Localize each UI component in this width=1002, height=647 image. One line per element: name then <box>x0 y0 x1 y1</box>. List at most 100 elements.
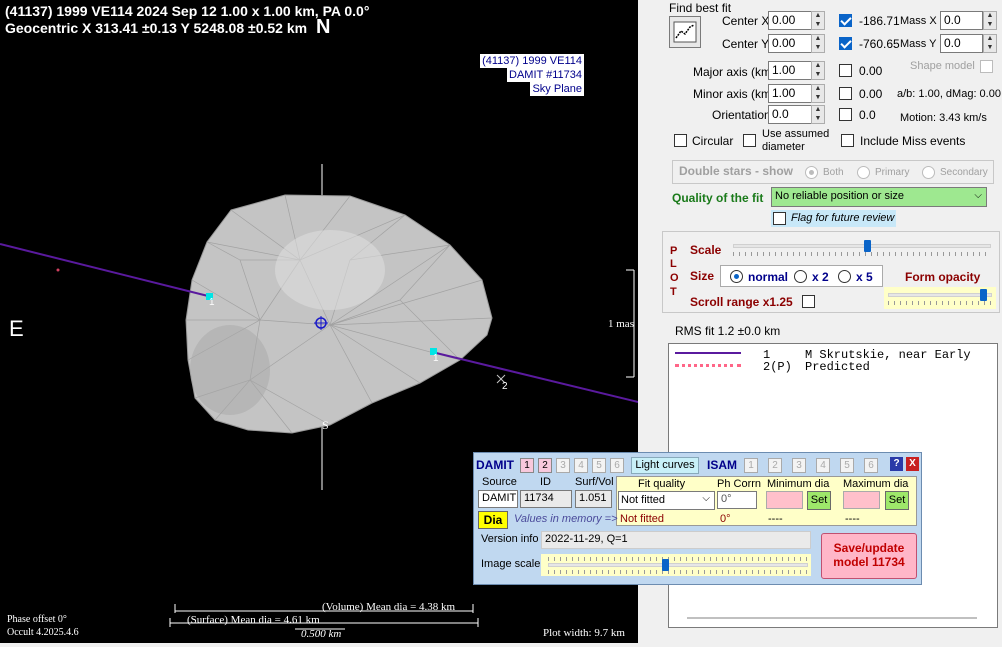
plot-header-coords: Geocentric X 313.41 ±0.13 Y 5248.08 ±0.5… <box>5 20 308 36</box>
version-info-label: Version info <box>481 533 539 545</box>
major-axis-checkbox[interactable] <box>839 64 852 77</box>
center-y-input[interactable]: 0.00 <box>768 34 812 53</box>
legend-asteroid: (41137) 1999 VE114 <box>480 54 584 68</box>
phcorr-memory: 0° <box>720 513 731 525</box>
image-scale-label: Image scale <box>481 558 541 570</box>
damit-model-4-button[interactable]: 4 <box>574 458 588 473</box>
orientation-checkbox[interactable] <box>839 108 852 121</box>
circular-label: Circular <box>692 134 734 148</box>
version-info-value: 2022-11-29, Q=1 <box>541 531 811 549</box>
damit-model-2-button[interactable]: 2 <box>538 458 552 473</box>
min-dia-label: Minimum dia <box>767 478 830 490</box>
image-scale-slider-thumb[interactable] <box>661 559 669 571</box>
phcorr-input[interactable]: 0° <box>717 491 757 509</box>
size-normal-radio[interactable] <box>730 270 743 283</box>
isam-6-button[interactable]: 6 <box>864 458 878 473</box>
mass-y-input[interactable]: 0.0 <box>940 34 983 53</box>
chord-line-1a <box>0 243 213 298</box>
help-button[interactable]: ? <box>890 457 903 471</box>
minor-axis-label: Minor axis (km) <box>693 87 776 101</box>
center-y-checkbox[interactable] <box>839 37 852 50</box>
source-value: DAMIT <box>478 490 518 508</box>
close-button[interactable]: X <box>906 457 919 471</box>
plot-width-label: Plot width: 9.7 km <box>543 627 625 639</box>
quality-dropdown[interactable]: No reliable position or size ⌵ <box>771 187 987 207</box>
south-label: S <box>322 418 329 432</box>
max-dia-set-button[interactable]: Set <box>885 491 909 510</box>
isam-4-button[interactable]: 4 <box>816 458 830 473</box>
assumed-diameter-checkbox[interactable] <box>743 134 756 147</box>
find-best-fit-button[interactable] <box>669 16 701 48</box>
center-x-fit-value: -186.71 <box>859 14 900 28</box>
size-normal-label: normal <box>748 270 789 284</box>
observer-list-scrollbar[interactable] <box>687 617 977 619</box>
min-dia-input[interactable] <box>766 491 803 509</box>
minor-axis-spinner[interactable]: ▲ ▼ <box>811 84 825 103</box>
size-label: Size <box>690 269 715 283</box>
scroll-range-checkbox[interactable] <box>802 295 815 308</box>
shape-model-checkbox[interactable] <box>980 60 993 73</box>
isam-3-button[interactable]: 3 <box>792 458 806 473</box>
volume-dia-label: (Volume) Mean dia = 4.38 km <box>322 601 456 613</box>
source-label: Source <box>482 476 517 488</box>
center-x-label: Center X <box>722 14 770 28</box>
minor-axis-input[interactable]: 1.00 <box>768 84 812 103</box>
save-update-model-button[interactable]: Save/update model 11734 <box>821 533 917 579</box>
mass-x-spinner[interactable]: ▲ ▼ <box>983 11 997 30</box>
center-y-fit-value: -760.65 <box>859 37 900 51</box>
mas-scale-label: 1 mas <box>608 318 634 330</box>
ab-dmag-info: a/b: 1.00, dMag: 0.00 <box>897 88 1001 100</box>
quality-value: No reliable position or size <box>775 190 905 202</box>
center-x-spinner[interactable]: ▲ ▼ <box>811 11 825 30</box>
rms-fit-label: RMS fit 1.2 ±0.0 km <box>675 324 781 338</box>
light-curves-button[interactable]: Light curves <box>631 457 699 474</box>
shape-model-label: Shape model <box>910 60 975 72</box>
surfvol-label: Surf/Vol <box>575 476 614 488</box>
damit-model-5-button[interactable]: 5 <box>592 458 606 473</box>
max-dia-input[interactable] <box>843 491 880 509</box>
damit-title: DAMIT <box>476 458 514 472</box>
damit-model-3-button[interactable]: 3 <box>556 458 570 473</box>
isam-5-button[interactable]: 5 <box>840 458 854 473</box>
size-x5-radio[interactable] <box>838 270 851 283</box>
phcorr-label: Ph Corrn <box>717 478 762 490</box>
double-both-radio[interactable] <box>805 166 818 179</box>
size-x2-radio[interactable] <box>794 270 807 283</box>
include-miss-checkbox[interactable] <box>841 134 854 147</box>
damit-panel: DAMIT 1 2 3 4 5 6 Light curves ISAM 1 2 … <box>473 452 922 585</box>
double-secondary-label: Secondary <box>940 167 988 178</box>
damit-model-1-button[interactable]: 1 <box>520 458 534 473</box>
double-secondary-radio[interactable] <box>922 166 935 179</box>
legend-model: DAMIT #11734 <box>507 68 584 82</box>
curve-fit-icon <box>673 21 697 43</box>
plot-letter-p: P <box>670 245 678 257</box>
flag-review-checkbox[interactable] <box>773 212 786 225</box>
center-y-spinner[interactable]: ▲ ▼ <box>811 34 825 53</box>
major-axis-spinner[interactable]: ▲ ▼ <box>811 61 825 80</box>
mass-y-spinner[interactable]: ▲ ▼ <box>983 34 997 53</box>
damit-model-6-button[interactable]: 6 <box>610 458 624 473</box>
motion-info: Motion: 3.43 km/s <box>900 112 987 124</box>
scale-bar-label: 0.500 km <box>301 628 342 640</box>
orientation-input[interactable]: 0.0 <box>768 105 812 124</box>
min-dia-set-button[interactable]: Set <box>807 491 831 510</box>
id-label: ID <box>540 476 551 488</box>
isam-2-button[interactable]: 2 <box>768 458 782 473</box>
max-dia-memory: ---- <box>845 513 860 525</box>
fit-quality-dropdown[interactable]: Not fitted ⌵ <box>618 491 715 510</box>
center-x-input[interactable]: 0.00 <box>768 11 812 30</box>
orientation-spinner[interactable]: ▲ ▼ <box>811 105 825 124</box>
scale-slider-thumb[interactable] <box>863 240 871 252</box>
form-opacity-slider-thumb[interactable] <box>980 289 988 301</box>
mass-y-label: Mass Y <box>900 38 937 50</box>
circular-checkbox[interactable] <box>674 134 687 147</box>
minor-axis-checkbox[interactable] <box>839 87 852 100</box>
plot-legend: (41137) 1999 VE114 DAMIT #11734 Sky Plan… <box>480 54 584 96</box>
isam-1-button[interactable]: 1 <box>744 458 758 473</box>
observer-2-name: Predicted <box>805 360 870 374</box>
dia-button[interactable]: Dia <box>478 511 508 529</box>
double-primary-radio[interactable] <box>857 166 870 179</box>
center-x-checkbox[interactable] <box>839 14 852 27</box>
mass-x-input[interactable]: 0.0 <box>940 11 983 30</box>
major-axis-input[interactable]: 1.00 <box>768 61 812 80</box>
